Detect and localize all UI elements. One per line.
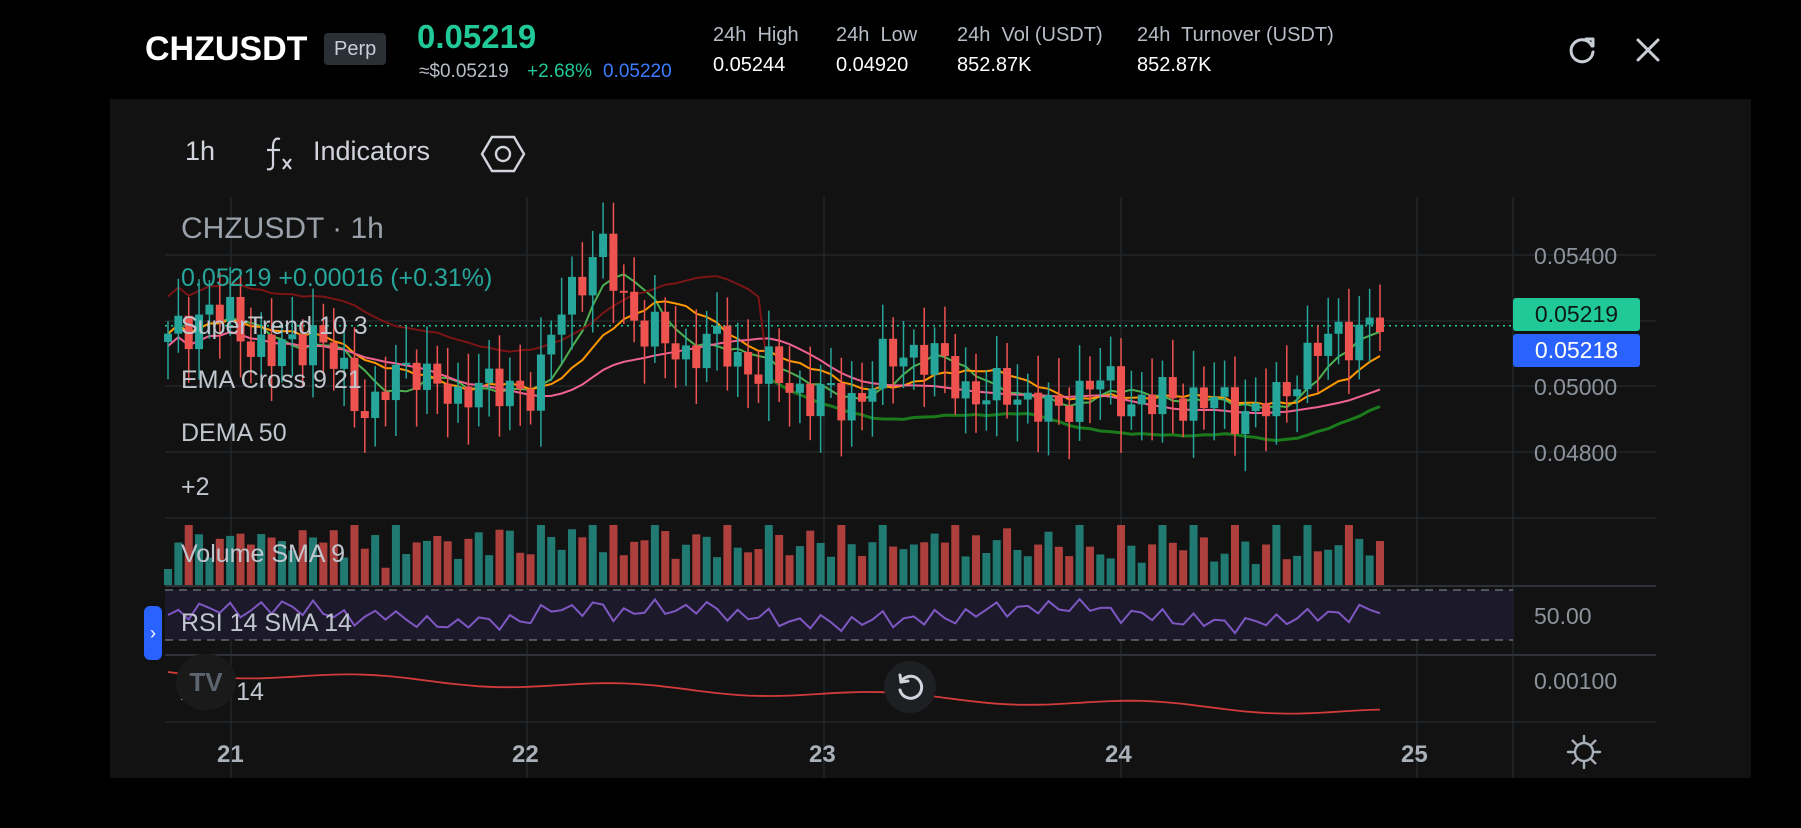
y-tick-050: 0.05000 — [1534, 374, 1618, 400]
indicator-ema-cross[interactable]: EMA Cross 9 21 — [181, 366, 362, 395]
change-percent: +2.68% — [527, 61, 592, 82]
chevron-right-icon: › — [150, 623, 156, 643]
mark-price: 0.05220 — [603, 61, 672, 82]
reset-chart-button[interactable] — [884, 661, 936, 713]
last-price-tag: 0.05219 — [1513, 298, 1640, 331]
collapse-legend-button[interactable]: › — [144, 606, 162, 660]
x-tick-25: 25 — [1401, 741, 1428, 768]
y-tick-054: 0.05400 — [1534, 243, 1618, 269]
stat-low-label: 24h Low — [836, 24, 918, 46]
indicator-supertrend[interactable]: SuperTrend 10 3 — [181, 312, 368, 341]
tradingview-logo: TV — [176, 654, 236, 710]
stat-low-value: 0.04920 — [836, 54, 909, 76]
price-change-line: 0.05219 +0.00016 (+0.31%) — [181, 264, 493, 292]
indicators-more[interactable]: +2 — [181, 473, 210, 502]
indicators-button[interactable]: Indicators — [264, 133, 444, 173]
stat-high-value: 0.05244 — [713, 54, 786, 76]
sun-settings-icon — [1566, 734, 1602, 770]
atr-tick: 0.00100 — [1534, 668, 1618, 694]
x-tick-24: 24 — [1105, 741, 1132, 768]
refresh-icon — [1569, 37, 1595, 64]
usd-price: ≈$0.05219 — [419, 61, 509, 82]
volume-label[interactable]: Volume SMA 9 — [181, 540, 345, 569]
chart-display-settings-button[interactable] — [1566, 734, 1602, 770]
close-icon — [1636, 38, 1660, 62]
rsi-label[interactable]: RSI 14 SMA 14 — [181, 609, 352, 638]
stat-volume-value: 852.87K — [957, 54, 1032, 76]
contract-type-badge: Perp — [324, 33, 387, 65]
stat-volume-label: 24h Vol (USDT) — [957, 24, 1103, 46]
indicators-label: Indicators — [313, 136, 431, 166]
chart-settings-button[interactable] — [480, 133, 526, 175]
chart-title: CHZUSDT · 1h — [181, 212, 384, 245]
close-button[interactable] — [1628, 30, 1668, 70]
ticker-header: CHZUSDT Perp 0.05219 ≈$0.05219 +2.68% 0.… — [0, 0, 1801, 98]
indicator-dema[interactable]: DEMA 50 — [181, 419, 287, 448]
refresh-button[interactable] — [1562, 30, 1602, 70]
stat-turnover-label: 24h Turnover (USDT) — [1137, 24, 1334, 46]
symbol-name[interactable]: CHZUSDT — [145, 30, 307, 69]
last-price: 0.05219 — [417, 18, 537, 55]
x-tick-22: 22 — [512, 741, 539, 768]
x-tick-23: 23 — [809, 741, 836, 768]
x-tick-21: 21 — [217, 741, 244, 768]
reset-icon — [898, 673, 924, 700]
stat-high-label: 24h High — [713, 24, 799, 46]
function-icon — [266, 137, 292, 171]
hexagon-settings-icon — [480, 135, 526, 173]
mark-price-tag: 0.05218 — [1513, 334, 1640, 367]
rsi-tick: 50.00 — [1534, 603, 1592, 629]
stat-turnover-value: 852.87K — [1137, 54, 1212, 76]
interval-selector[interactable]: 1h — [185, 136, 215, 167]
y-tick-048: 0.04800 — [1534, 440, 1618, 466]
